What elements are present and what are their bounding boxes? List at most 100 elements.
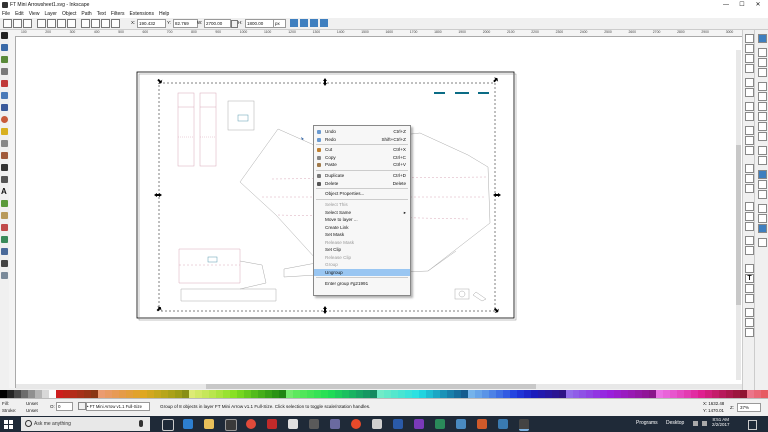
undo-toolbar-icon[interactable] <box>745 102 754 111</box>
new-document-icon[interactable] <box>745 34 754 43</box>
horizontal-scroll-thumb[interactable] <box>206 384 536 389</box>
eraser-tool-icon[interactable] <box>1 212 8 219</box>
notifications-icon[interactable] <box>748 420 757 430</box>
menu-edit[interactable]: Edit <box>15 10 24 18</box>
desktop-toolbar[interactable]: Desktop <box>666 420 684 426</box>
snap-paths-icon[interactable] <box>758 92 767 101</box>
rotate-ccw-icon[interactable] <box>37 19 46 28</box>
text-tool-icon[interactable]: A <box>1 188 8 196</box>
menu-help[interactable]: Help <box>159 10 169 18</box>
snap-bbox-icon[interactable] <box>758 48 767 57</box>
y-field[interactable]: 82.769 <box>173 19 198 28</box>
menu-item-enter-group[interactable]: Enter group #g21991 <box>314 280 410 287</box>
zoom-drawing-icon[interactable] <box>745 174 754 183</box>
select-all-icon[interactable] <box>3 19 12 28</box>
flip-vertical-icon[interactable] <box>67 19 76 28</box>
spray-tool-icon[interactable] <box>1 200 8 207</box>
menu-extensions[interactable]: Extensions <box>130 10 154 18</box>
star-tool-icon[interactable] <box>1 128 8 135</box>
tweak-tool-icon[interactable] <box>1 56 8 63</box>
export-png-icon[interactable] <box>745 328 754 337</box>
pen-tool-icon[interactable] <box>1 164 8 171</box>
unlink-clone-icon[interactable] <box>745 222 754 231</box>
snap-bbox-edges-icon[interactable] <box>758 58 767 67</box>
lower-to-bottom-icon[interactable] <box>111 19 120 28</box>
close-button[interactable]: ✕ <box>750 0 766 10</box>
palette-swatch[interactable] <box>761 390 768 398</box>
maximize-button[interactable]: ☐ <box>734 0 750 10</box>
import-icon[interactable] <box>745 78 754 87</box>
fill-stroke-icon[interactable] <box>745 264 754 273</box>
app-icon-gray[interactable] <box>309 419 319 429</box>
export-icon[interactable] <box>745 88 754 97</box>
pencil-tool-icon[interactable] <box>1 152 8 159</box>
menu-layer[interactable]: Layer <box>44 10 57 18</box>
app-icon-terminal[interactable] <box>330 419 340 429</box>
store-icon[interactable] <box>225 419 237 431</box>
flip-horizontal-icon[interactable] <box>57 19 66 28</box>
app-icon-blue[interactable] <box>456 419 466 429</box>
windows-start-icon[interactable] <box>4 420 14 429</box>
menu-item-create-link[interactable]: Create Link <box>314 224 410 231</box>
paste-toolbar-icon[interactable] <box>745 146 754 155</box>
lock-icon[interactable] <box>231 20 238 28</box>
h-field[interactable]: 1800.00 <box>245 19 274 28</box>
rectangle-tool-icon[interactable] <box>1 92 8 99</box>
paint-bucket-tool-icon[interactable] <box>1 224 8 231</box>
menu-item-copy[interactable]: Copy Ctrl+C <box>314 154 410 161</box>
deselect-icon[interactable] <box>23 19 32 28</box>
snap-page-border-icon[interactable] <box>758 170 767 179</box>
snap-centers-icon[interactable] <box>758 146 767 155</box>
clock[interactable]: 8:51 AM 2/2/2017 <box>712 417 730 427</box>
duplicate-toolbar-icon[interactable] <box>745 202 754 211</box>
microphone-icon[interactable] <box>139 420 143 427</box>
w-field[interactable]: 2700.00 <box>204 19 231 28</box>
file-explorer-icon[interactable] <box>204 419 214 429</box>
mesh-tool-icon[interactable] <box>1 248 8 255</box>
xml-editor-icon[interactable] <box>745 284 754 293</box>
snap-toggle-icon[interactable] <box>758 34 767 43</box>
snap-nodes-icon[interactable] <box>758 82 767 91</box>
app-icon-document[interactable] <box>288 419 298 429</box>
programs-toolbar[interactable]: Programs <box>636 420 658 426</box>
measure-tool-icon[interactable] <box>1 80 8 87</box>
calligraphy-tool-icon[interactable] <box>1 176 8 183</box>
transform-gradients-icon[interactable] <box>310 19 318 27</box>
menu-item-delete[interactable]: Delete Delete <box>314 180 410 187</box>
vertical-scroll-thumb[interactable] <box>736 145 741 305</box>
zoom-selection-icon[interactable] <box>745 164 754 173</box>
horizontal-scrollbar[interactable] <box>16 384 742 389</box>
menu-item-object-properties[interactable]: Object Properties... <box>314 190 410 197</box>
selector-tool-icon[interactable] <box>1 32 8 39</box>
menu-file[interactable]: File <box>2 10 10 18</box>
connector-tool-icon[interactable] <box>1 272 8 279</box>
menu-item-undo[interactable]: Undo Ctrl+Z <box>314 128 410 135</box>
snap-grid-lines-icon[interactable] <box>758 224 767 233</box>
snap-intersections-icon[interactable] <box>758 102 767 111</box>
snap-smooth-icon[interactable] <box>758 122 767 131</box>
edge-browser-icon[interactable] <box>183 419 193 429</box>
app-icon-orange[interactable] <box>477 419 487 429</box>
select-all-layers-icon[interactable] <box>13 19 22 28</box>
snap-grid-icon[interactable] <box>758 180 767 189</box>
snap-rotation-center-icon[interactable] <box>758 156 767 165</box>
cut-toolbar-icon[interactable] <box>745 136 754 145</box>
redo-toolbar-icon[interactable] <box>745 112 754 121</box>
app-icon-weather[interactable] <box>498 419 508 429</box>
snap-others-icon[interactable] <box>758 204 767 213</box>
snap-midpoint-icon[interactable] <box>758 132 767 141</box>
text-font-icon[interactable]: T <box>745 274 754 283</box>
inkscape-taskbar-icon[interactable] <box>519 419 529 431</box>
minimize-button[interactable]: — <box>718 0 734 10</box>
zoom-field[interactable]: 37% <box>737 403 761 412</box>
menu-text[interactable]: Text <box>97 10 106 18</box>
snap-bbox-corners-icon[interactable] <box>758 68 767 77</box>
menu-filters[interactable]: Filters <box>111 10 125 18</box>
menu-item-redo[interactable]: Redo Shift+Ctrl+Z <box>314 136 410 143</box>
fill-value[interactable]: Unset <box>26 401 38 406</box>
layer-visibility-icon[interactable] <box>78 402 86 410</box>
node-tool-icon[interactable] <box>1 44 8 51</box>
menu-item-move-to-layer[interactable]: Move to layer ... <box>314 216 410 223</box>
menu-object[interactable]: Object <box>62 10 76 18</box>
scale-stroke-icon[interactable] <box>290 19 298 27</box>
